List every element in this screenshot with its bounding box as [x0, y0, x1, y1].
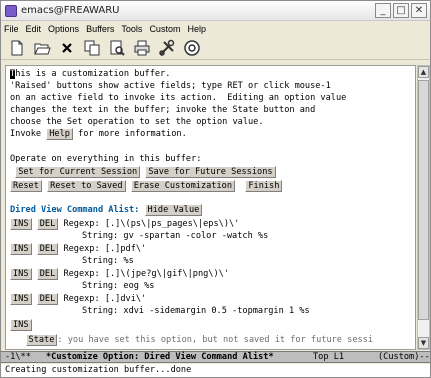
reset-to-saved-button[interactable]: Reset to Saved — [47, 180, 126, 192]
menu-custom[interactable]: Custom — [149, 24, 180, 34]
mode-line: -1\** *Customize Option: Dired View Comm… — [1, 351, 430, 363]
entry-3-regexp: INS DEL Regexp: [.]\(jpe?g\|gif\|png\)\' — [10, 268, 229, 280]
help-button[interactable]: Help — [46, 128, 73, 140]
menu-options[interactable]: Options — [48, 24, 79, 34]
ins-button[interactable]: INS — [10, 218, 32, 230]
scroll-down-icon[interactable]: ▼ — [418, 337, 429, 349]
ins-button[interactable]: INS — [10, 319, 32, 331]
modeline-status: -1\** — [5, 352, 31, 362]
modeline-position: Top L1 — [313, 352, 345, 362]
save-future-sessions-button[interactable]: Save for Future Sessions — [145, 166, 276, 178]
menu-bar: File Edit Options Buffers Tools Custom H… — [1, 22, 430, 36]
operate-row-2: Reset Reset to Saved Erase Customization… — [10, 180, 283, 192]
del-button[interactable]: DEL — [36, 293, 59, 305]
window-controls: _ □ ✕ — [375, 3, 427, 18]
invoke-line: Invoke Help for more information. — [10, 128, 187, 140]
toolbar — [1, 36, 430, 60]
entry-1-regexp: INS DEL Regexp: [.]\(ps\|ps_pages\|eps\)… — [10, 218, 239, 230]
minimize-button[interactable]: _ — [375, 3, 391, 18]
entry-4-regexp: INS DEL Regexp: [.]dvi\' — [10, 293, 146, 305]
hide-value-button[interactable]: Hide Value — [144, 204, 203, 216]
window-title: emacs@FREAWARU — [21, 5, 120, 16]
entry-4-string[interactable]: String: xdvi -sidemargin 0.5 -topmargin … — [82, 305, 310, 317]
vertical-scrollbar[interactable]: ▲ ▼ — [417, 65, 430, 350]
ins-button[interactable]: INS — [10, 293, 32, 305]
open-folder-icon[interactable] — [31, 38, 53, 58]
close-icon[interactable] — [56, 38, 78, 58]
ins-button[interactable]: INS — [10, 268, 32, 280]
close-button[interactable]: ✕ — [411, 3, 427, 18]
maximize-button[interactable]: □ — [393, 3, 409, 18]
intro-line-3: on an active field to invoke its action.… — [10, 93, 347, 103]
tools-icon[interactable] — [156, 38, 178, 58]
del-button[interactable]: DEL — [36, 268, 59, 280]
reset-button[interactable]: Reset — [10, 180, 42, 192]
state-button[interactable]: State — [25, 334, 58, 346]
help-icon[interactable] — [181, 38, 203, 58]
scroll-thumb[interactable] — [418, 80, 429, 320]
menu-edit[interactable]: Edit — [26, 24, 42, 34]
print-icon[interactable] — [131, 38, 153, 58]
modeline-buffer-name: *Customize Option: Dired View Command Al… — [46, 352, 274, 362]
state-line: State: you have set this option, but not… — [10, 334, 373, 346]
finish-button[interactable]: Finish — [245, 180, 283, 192]
intro-line-2: 'Raised' buttons show active fields; typ… — [10, 81, 331, 91]
del-button[interactable]: DEL — [36, 243, 59, 255]
final-ins-line: INS — [10, 319, 32, 331]
operate-row-1: Set for Current Session Save for Future … — [10, 166, 276, 178]
modeline-mode: (Custom)-- — [378, 352, 430, 362]
entry-2-string[interactable]: String: %s — [82, 255, 134, 267]
option-name: Dired View Command Alist: — [10, 205, 140, 215]
customize-buffer[interactable]: This is a customization buffer. 'Raised'… — [5, 65, 416, 350]
menu-tools[interactable]: Tools — [121, 24, 142, 34]
set-current-session-button[interactable]: Set for Current Session — [15, 166, 141, 178]
operate-heading: Operate on everything in this buffer: — [10, 154, 202, 164]
title-bar: emacs@FREAWARU _ □ ✕ — [1, 1, 430, 21]
menu-help[interactable]: Help — [187, 24, 206, 34]
intro-line-4: changes the text in the buffer; invoke t… — [10, 105, 316, 115]
scroll-up-icon[interactable]: ▲ — [418, 66, 429, 78]
emacs-app-icon — [5, 4, 17, 17]
entry-1-string[interactable]: String: gv -spartan -color -watch %s — [82, 230, 268, 242]
copy-icon[interactable] — [81, 38, 103, 58]
entry-2-regexp: INS DEL Regexp: [.]pdf\' — [10, 243, 146, 255]
del-button[interactable]: DEL — [36, 218, 59, 230]
find-icon[interactable] — [106, 38, 128, 58]
emacs-window: emacs@FREAWARU _ □ ✕ File Edit Options B… — [0, 0, 431, 378]
intro-line-5: choose the Set operation to set the opti… — [10, 117, 264, 127]
entry-3-string[interactable]: String: eog %s — [82, 280, 154, 292]
intro-line-1: This is a customization buffer. — [10, 69, 171, 79]
minibuffer-echo-area[interactable]: Creating customization buffer...done — [1, 364, 430, 377]
menu-file[interactable]: File — [4, 24, 19, 34]
menu-buffers[interactable]: Buffers — [86, 24, 114, 34]
option-heading-line: Dired View Command Alist: Hide Value — [10, 204, 203, 216]
ins-button[interactable]: INS — [10, 243, 32, 255]
new-file-icon[interactable] — [6, 38, 28, 58]
erase-customization-button[interactable]: Erase Customization — [130, 180, 235, 192]
